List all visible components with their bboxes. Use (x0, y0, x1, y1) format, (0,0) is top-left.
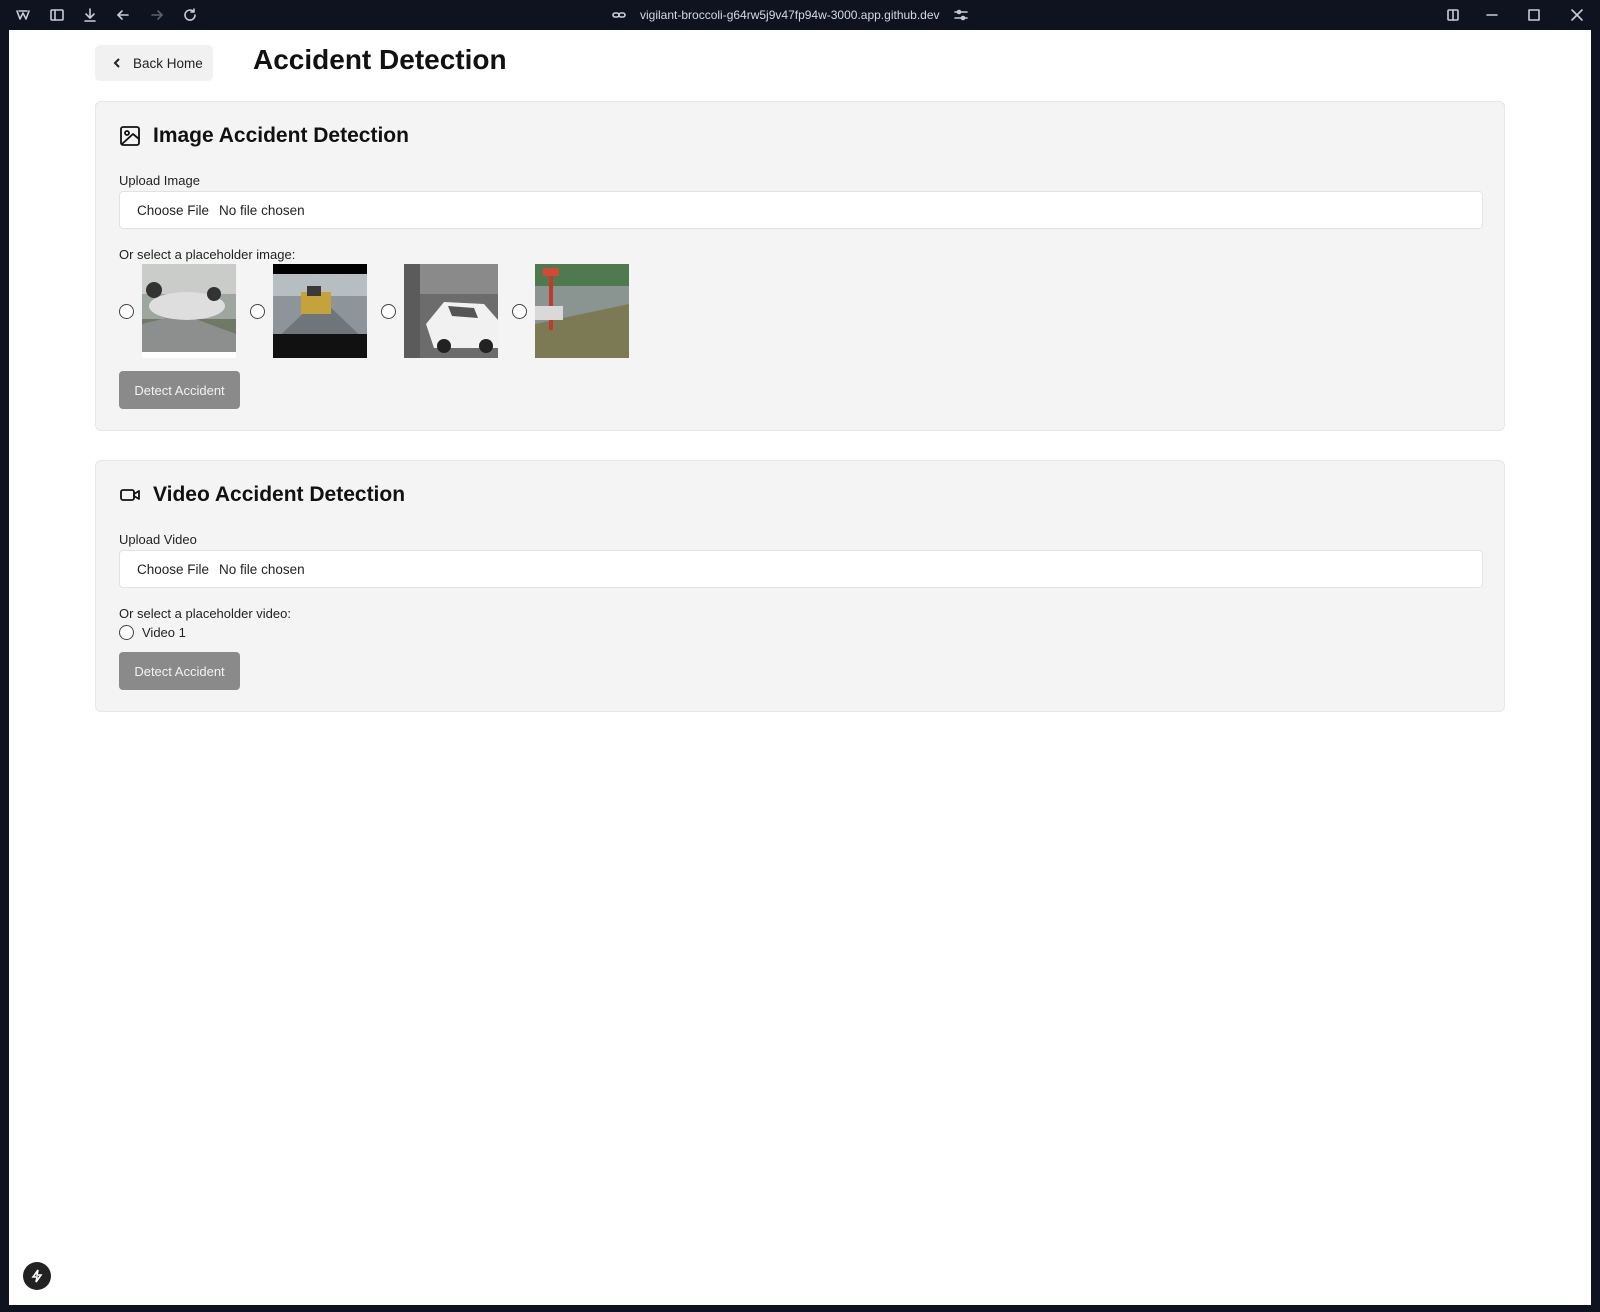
placeholder-image-list (119, 264, 643, 358)
forward-arrow-icon[interactable] (148, 6, 166, 24)
placeholder-image-option[interactable] (119, 264, 236, 358)
placeholder-image-label: Or select a placeholder image: (119, 247, 296, 262)
page-title: Accident Detection (253, 44, 507, 75)
split-view-icon[interactable] (1444, 6, 1462, 24)
back-home-button[interactable]: Back Home (95, 45, 213, 81)
white-car-crash-image[interactable] (404, 264, 498, 358)
image-card-title: Image Accident Detection (153, 124, 409, 147)
page-viewport: Back Home Accident Detection Image Accid… (9, 30, 1591, 1305)
video-card-title: Video Accident Detection (153, 483, 406, 506)
video-detection-card: Video Accident Detection Upload Video Ch… (95, 460, 1505, 712)
placeholder-video-radio[interactable] (119, 625, 134, 640)
image-detect-accident-button[interactable]: Detect Accident (119, 371, 240, 409)
upload-image-label: Upload Image (119, 173, 200, 188)
site-settings-icon[interactable] (952, 6, 970, 24)
image-file-status: No file chosen (219, 202, 305, 218)
placeholder-image-option[interactable] (512, 264, 629, 358)
video-camera-icon (120, 489, 140, 501)
back-home-label: Back Home (133, 55, 203, 71)
placeholder-image-radio[interactable] (250, 303, 265, 319)
maximize-icon[interactable] (1525, 6, 1543, 24)
download-icon[interactable] (81, 6, 99, 24)
sidebar-toggle-icon[interactable] (48, 6, 66, 24)
image-choose-file-button[interactable]: Choose File (137, 203, 209, 218)
video-file-input[interactable]: Choose File No file chosen (119, 550, 1483, 588)
browser-logo-icon[interactable] (14, 6, 32, 24)
image-icon (120, 126, 140, 146)
video-file-status: No file chosen (219, 561, 305, 577)
flooded-street-image[interactable] (535, 264, 629, 358)
placeholder-image-option[interactable] (250, 264, 367, 358)
video-choose-file-button[interactable]: Choose File (137, 562, 209, 577)
address-bar[interactable]: vigilant-broccoli-g64rw5j9v47fp94w-3000.… (610, 0, 970, 30)
back-arrow-icon[interactable] (114, 6, 132, 24)
chevron-left-icon (113, 58, 120, 68)
image-detection-card: Image Accident Detection Upload Image Ch… (95, 101, 1505, 431)
dev-tools-button[interactable] (23, 1262, 51, 1290)
image-file-input[interactable]: Choose File No file chosen (119, 191, 1483, 229)
close-icon[interactable] (1568, 6, 1586, 24)
upload-video-label: Upload Video (119, 532, 197, 547)
overturned-car-image[interactable] (142, 264, 236, 358)
placeholder-image-radio[interactable] (119, 303, 134, 319)
placeholder-video-option[interactable]: Video 1 (119, 625, 186, 640)
video-card-header: Video Accident Detection (119, 483, 405, 507)
browser-titlebar: vigilant-broccoli-g64rw5j9v47fp94w-3000.… (0, 0, 1600, 30)
placeholder-image-radio[interactable] (381, 303, 396, 319)
video-detect-accident-button[interactable]: Detect Accident (119, 652, 240, 690)
link-icon (610, 6, 628, 24)
image-card-header: Image Accident Detection (119, 124, 409, 148)
placeholder-image-radio[interactable] (512, 303, 527, 319)
placeholder-image-option[interactable] (381, 264, 498, 358)
placeholder-video-label-text: Video 1 (142, 625, 186, 640)
reload-icon[interactable] (181, 6, 199, 24)
placeholder-video-label: Or select a placeholder video: (119, 606, 291, 621)
lightning-icon (31, 1269, 43, 1283)
url-text[interactable]: vigilant-broccoli-g64rw5j9v47fp94w-3000.… (640, 8, 940, 22)
construction-truck-image[interactable] (273, 264, 367, 358)
minimize-icon[interactable] (1483, 6, 1501, 24)
